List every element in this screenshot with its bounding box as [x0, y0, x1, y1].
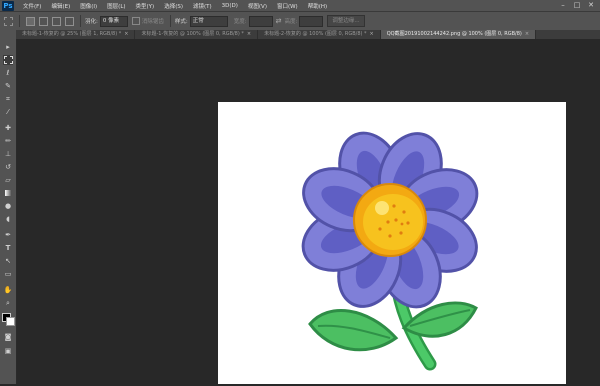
- minimize-button[interactable]: –: [556, 0, 570, 11]
- flower-center: [353, 183, 427, 257]
- crop-icon[interactable]: ⌗: [3, 94, 13, 104]
- window-controls: – □ ✕: [556, 0, 598, 11]
- antialias-label: 消除锯齿: [141, 19, 164, 25]
- menu-bar: Ps 文件(F) 编辑(E) 图像(I) 图层(L) 类型(Y) 选择(S) 滤…: [0, 0, 600, 11]
- color-swatches-icon[interactable]: [2, 313, 15, 326]
- quick-mask-icon[interactable]: ◙: [3, 332, 13, 342]
- menu-window[interactable]: 窗口(W): [272, 2, 303, 10]
- eyedropper-icon[interactable]: ⁄: [3, 107, 13, 117]
- dodge-icon[interactable]: ◖: [3, 214, 13, 224]
- tab-label: 未标题-1-恢复的 @ 25% (图层 1, RGB/8) *: [22, 31, 122, 37]
- menu-view[interactable]: 视图(V): [243, 2, 272, 10]
- document-tab[interactable]: 未标题-1-恢复的 @ 25% (图层 1, RGB/8) * ×: [16, 30, 136, 39]
- clone-stamp-icon[interactable]: ⊥: [3, 149, 13, 159]
- gradient-icon[interactable]: [3, 188, 13, 198]
- close-tab-icon[interactable]: ×: [124, 31, 128, 37]
- flower-illustration: [301, 131, 479, 371]
- photoshop-logo: Ps: [2, 0, 14, 11]
- marquee-icon[interactable]: [3, 55, 13, 65]
- type-icon[interactable]: T: [3, 243, 13, 253]
- menu-image[interactable]: 图像(I): [75, 2, 102, 10]
- pen-icon[interactable]: ✒: [3, 230, 13, 240]
- eraser-icon[interactable]: ▱: [3, 175, 13, 185]
- menu-3d[interactable]: 3D(D): [217, 3, 243, 9]
- divider: [169, 15, 171, 27]
- add-selection-icon[interactable]: [39, 16, 48, 26]
- background-color-swatch[interactable]: [6, 317, 15, 326]
- rectangle-icon[interactable]: ▭: [3, 269, 13, 279]
- intersect-selection-icon[interactable]: [65, 16, 74, 26]
- menu-type[interactable]: 类型(Y): [131, 2, 160, 10]
- tool-preset-icon[interactable]: [4, 16, 13, 26]
- menu-help[interactable]: 帮助(H): [303, 2, 332, 10]
- divider: [80, 15, 81, 27]
- tab-label: 未标题-1-恢复的 @ 100% (图层 0, RGB/8) *: [141, 31, 244, 37]
- feather-label: 羽化:: [85, 19, 98, 25]
- screen-mode-icon[interactable]: ▣: [3, 346, 13, 356]
- options-bar: 羽化: 0 像素 消除锯齿 样式: 正常 宽度: ⇄ 高度: 调整边缘...: [0, 11, 600, 31]
- brush-icon[interactable]: ✏: [3, 136, 13, 146]
- close-tab-icon[interactable]: ×: [370, 31, 374, 37]
- path-select-icon[interactable]: ↖: [3, 256, 13, 266]
- style-label: 样式:: [174, 19, 188, 25]
- document-tab[interactable]: 未标题-2-恢复的 @ 100% (图层 0, RGB/8) * ×: [258, 30, 381, 39]
- width-input[interactable]: [248, 15, 273, 27]
- history-brush-icon[interactable]: ↺: [3, 162, 13, 172]
- divider: [19, 15, 20, 27]
- close-tab-icon[interactable]: ×: [247, 31, 251, 37]
- menu-select[interactable]: 选择(S): [159, 2, 188, 10]
- maximize-button[interactable]: □: [570, 0, 584, 11]
- height-label: 高度:: [284, 19, 298, 25]
- lasso-icon[interactable]: ℓ: [3, 68, 13, 78]
- blur-icon[interactable]: ●: [3, 201, 13, 211]
- swap-dimensions-icon[interactable]: ⇄: [276, 17, 282, 25]
- subtract-selection-icon[interactable]: [52, 16, 61, 26]
- menu-file[interactable]: 文件(F): [18, 2, 46, 10]
- menu-layer[interactable]: 图层(L): [102, 2, 130, 10]
- antialias-checkbox[interactable]: [131, 17, 140, 25]
- tab-label: QQ截图20191002144242.png @ 100% (图层 0, RGB…: [386, 31, 522, 37]
- tools-panel: ▸ ℓ ✎ ⌗ ⁄ ✚ ✏ ⊥ ↺ ▱ ● ◖ ✒ T ↖ ▭ ✋ ⌕ ◙ ▣: [0, 30, 17, 384]
- move-icon[interactable]: ▸: [3, 42, 13, 52]
- height-input[interactable]: [299, 15, 324, 27]
- tab-label: 未标题-2-恢复的 @ 100% (图层 0, RGB/8) *: [264, 31, 367, 37]
- document-canvas[interactable]: [218, 102, 566, 384]
- menu-edit[interactable]: 编辑(E): [46, 2, 75, 10]
- document-tab[interactable]: 未标题-1-恢复的 @ 100% (图层 0, RGB/8) * ×: [135, 30, 259, 39]
- feather-input[interactable]: 0 像素: [99, 15, 128, 27]
- new-selection-icon[interactable]: [26, 16, 35, 26]
- zoom-icon[interactable]: ⌕: [3, 298, 13, 308]
- style-select[interactable]: 正常: [189, 15, 228, 27]
- close-tab-icon[interactable]: ×: [525, 31, 529, 37]
- close-button[interactable]: ✕: [584, 0, 598, 11]
- hand-icon[interactable]: ✋: [3, 285, 13, 295]
- healing-brush-icon[interactable]: ✚: [3, 123, 13, 133]
- document-tab-active[interactable]: QQ截图20191002144242.png @ 100% (图层 0, RGB…: [380, 30, 537, 39]
- document-tab-bar: 未标题-1-恢复的 @ 25% (图层 1, RGB/8) * × 未标题-1-恢…: [16, 30, 600, 39]
- menu-filter[interactable]: 滤镜(T): [188, 2, 217, 10]
- quick-select-icon[interactable]: ✎: [3, 81, 13, 91]
- width-label: 宽度:: [233, 19, 247, 25]
- refine-edge-button[interactable]: 调整边缘...: [327, 15, 365, 27]
